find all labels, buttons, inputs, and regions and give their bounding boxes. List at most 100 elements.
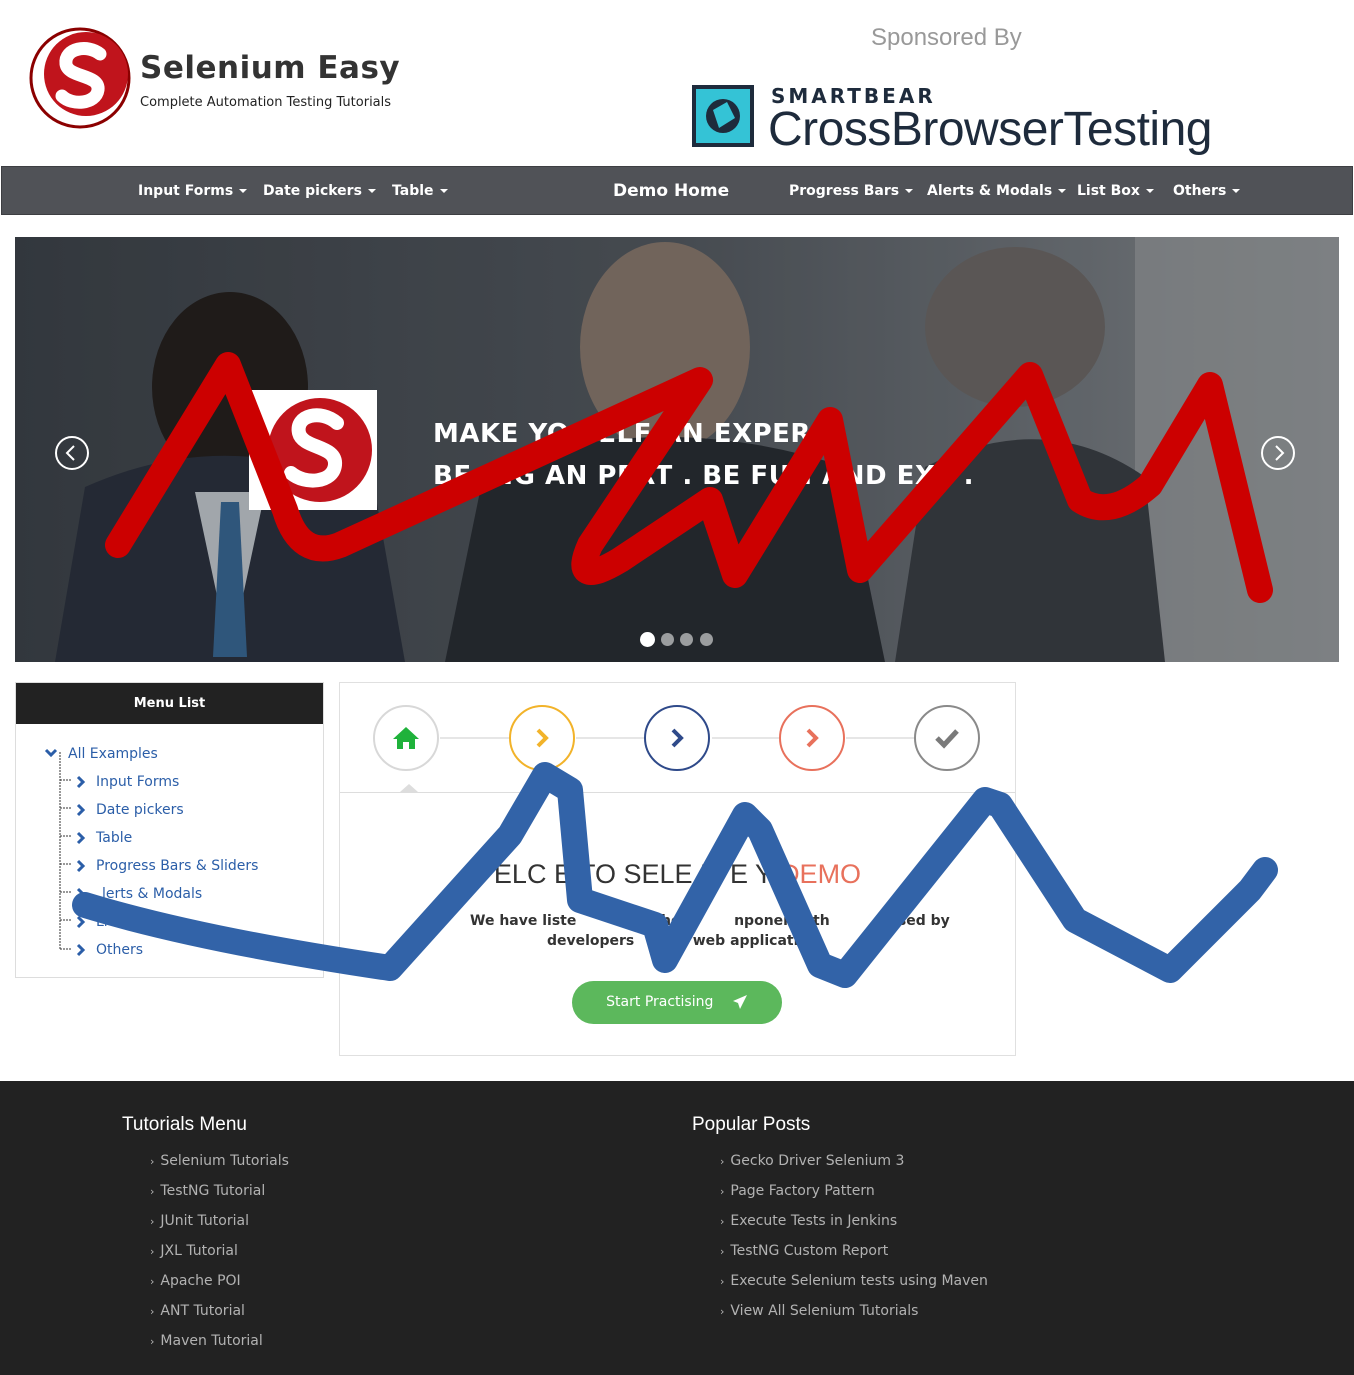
- menu-list-panel: Menu List All Examples Input Forms Date …: [15, 682, 324, 978]
- chevron-right-icon[interactable]: [76, 831, 86, 845]
- nav-input-forms-label: Input Forms: [138, 183, 234, 199]
- carousel-prev-button[interactable]: [55, 436, 89, 470]
- chevron-right-icon: ›: [150, 1335, 155, 1348]
- carousel-background-photo: [15, 237, 1339, 662]
- home-icon: [393, 727, 419, 749]
- chevron-right-icon: ›: [720, 1305, 725, 1318]
- nav-alerts-modals[interactable]: Alerts & Modals: [927, 167, 1067, 216]
- footer-link[interactable]: › JXL Tutorial: [150, 1243, 238, 1259]
- popular-post-label: Execute Selenium tests using Maven: [730, 1273, 988, 1289]
- chevron-right-icon: ›: [150, 1245, 155, 1258]
- footer-link-label: Maven Tutorial: [160, 1333, 263, 1349]
- slide-headline-1: MAKE YO SELF AN EXPER: [433, 419, 811, 449]
- chevron-right-icon: ›: [150, 1305, 155, 1318]
- popular-post-label: Execute Tests in Jenkins: [730, 1213, 898, 1229]
- welcome-demo-highlight: DEMO: [780, 859, 862, 889]
- footer-link[interactable]: › TestNG Tutorial: [150, 1183, 265, 1199]
- chevron-right-icon[interactable]: [76, 803, 86, 817]
- nav-alerts-modals-label: Alerts & Modals: [927, 183, 1053, 199]
- popular-post-link[interactable]: › Page Factory Pattern: [720, 1183, 875, 1199]
- slide-headline-2: BE ING AN PERT . BE FUN AND EXC .: [433, 461, 974, 491]
- chevron-right-icon: ›: [720, 1215, 725, 1228]
- brand-name[interactable]: Selenium Easy: [140, 50, 400, 86]
- nav-table[interactable]: Table: [392, 167, 448, 216]
- nav-input-forms[interactable]: Input Forms: [138, 167, 248, 216]
- chevron-right-icon[interactable]: [76, 775, 86, 789]
- caret-down-icon: [905, 189, 914, 193]
- popular-post-link[interactable]: › Execute Tests in Jenkins: [720, 1213, 897, 1229]
- popular-post-link[interactable]: › TestNG Custom Report: [720, 1243, 888, 1259]
- sponsor-product[interactable]: CrossBrowserTesting: [768, 102, 1212, 157]
- step-home[interactable]: [373, 705, 439, 771]
- caret-down-icon: [367, 189, 376, 193]
- chevron-right-icon: [536, 728, 549, 748]
- popular-post-label: View All Selenium Tutorials: [730, 1303, 919, 1319]
- chevron-down-icon[interactable]: [44, 748, 58, 758]
- intro-text: We have liste the nponents th e used by …: [470, 911, 950, 951]
- step-complete[interactable]: [914, 705, 980, 771]
- step-4[interactable]: [779, 705, 845, 771]
- popular-post-link[interactable]: › Gecko Driver Selenium 3: [720, 1153, 904, 1169]
- paper-plane-icon: [732, 995, 747, 1009]
- chevron-right-icon: ›: [150, 1185, 155, 1198]
- welcome-heading: ELC E TO SELE M E Y DEMO: [340, 859, 1015, 890]
- brand-tagline: Complete Automation Testing Tutorials: [140, 95, 392, 110]
- start-practising-button[interactable]: Start Practising: [572, 981, 782, 1024]
- nav-progress-bars[interactable]: Progress Bars: [789, 167, 914, 216]
- popular-post-label: Page Factory Pattern: [730, 1183, 875, 1199]
- popular-posts-title: Popular Posts: [692, 1114, 811, 1135]
- tree-item-list-box[interactable]: Li: [96, 914, 108, 930]
- chevron-right-icon: ›: [150, 1155, 155, 1168]
- popular-post-link[interactable]: › Execute Selenium tests using Maven: [720, 1273, 988, 1289]
- tutorials-menu-title: Tutorials Menu: [122, 1114, 247, 1135]
- carousel-next-button[interactable]: [1261, 436, 1295, 470]
- footer-link[interactable]: › ANT Tutorial: [150, 1303, 245, 1319]
- chevron-right-icon[interactable]: [76, 915, 86, 929]
- step-2[interactable]: [509, 705, 575, 771]
- chevron-right-icon: ›: [150, 1215, 155, 1228]
- footer-link-label: Apache POI: [160, 1273, 241, 1289]
- nav-list-box[interactable]: List Box: [1077, 167, 1154, 216]
- selenium-easy-logo[interactable]: [28, 26, 132, 130]
- footer-link[interactable]: › Selenium Tutorials: [150, 1153, 289, 1169]
- footer-link[interactable]: › Apache POI: [150, 1273, 241, 1289]
- carousel-indicator-1[interactable]: [640, 632, 655, 647]
- nav-demo-home[interactable]: Demo Home: [613, 167, 729, 216]
- nav-table-label: Table: [392, 183, 434, 199]
- nav-list-box-label: List Box: [1077, 183, 1140, 199]
- tree-item-table[interactable]: Table: [96, 830, 132, 846]
- caret-down-icon: [239, 189, 248, 193]
- nav-date-pickers[interactable]: Date pickers: [263, 167, 376, 216]
- chevron-right-icon: ›: [720, 1185, 725, 1198]
- chevron-right-icon[interactable]: [76, 943, 86, 957]
- footer-link[interactable]: › JUnit Tutorial: [150, 1213, 249, 1229]
- smartbear-logo-icon[interactable]: [691, 84, 755, 148]
- popular-post-label: TestNG Custom Report: [730, 1243, 889, 1259]
- welcome-panel: ELC E TO SELE M E Y DEMO We have liste t…: [339, 682, 1016, 1056]
- chevron-right-icon: [1275, 445, 1285, 461]
- tree-root-all-examples[interactable]: All Examples: [68, 746, 158, 762]
- menu-list-title: Menu List: [16, 683, 323, 724]
- carousel-indicator-2[interactable]: [661, 633, 674, 646]
- chevron-right-icon: [806, 728, 819, 748]
- carousel-indicator-4[interactable]: [700, 633, 713, 646]
- caret-down-icon: [1232, 189, 1241, 193]
- step-3[interactable]: [644, 705, 710, 771]
- chevron-right-icon[interactable]: [76, 887, 86, 901]
- carousel-indicator-3[interactable]: [680, 633, 693, 646]
- nav-others[interactable]: Others: [1173, 167, 1241, 216]
- tree-lines: [59, 752, 71, 950]
- chevron-right-icon: ›: [720, 1245, 725, 1258]
- footer-link-label: ANT Tutorial: [160, 1303, 245, 1319]
- tree-item-date-pickers[interactable]: Date pickers: [96, 802, 184, 818]
- tree-item-input-forms[interactable]: Input Forms: [96, 774, 179, 790]
- tree-item-progress-bars[interactable]: Progress Bars & Sliders: [96, 858, 258, 874]
- tree-item-others[interactable]: Others: [96, 942, 143, 958]
- caret-down-icon: [439, 189, 448, 193]
- chevron-right-icon[interactable]: [76, 859, 86, 873]
- tree-item-alerts-modals[interactable]: lerts & Modals: [102, 886, 202, 902]
- popular-post-link[interactable]: › View All Selenium Tutorials: [720, 1303, 918, 1319]
- footer-link[interactable]: › Maven Tutorial: [150, 1333, 263, 1349]
- hero-carousel: MAKE YO SELF AN EXPER BE ING AN PERT . B…: [15, 237, 1339, 662]
- caret-down-icon: [1145, 189, 1154, 193]
